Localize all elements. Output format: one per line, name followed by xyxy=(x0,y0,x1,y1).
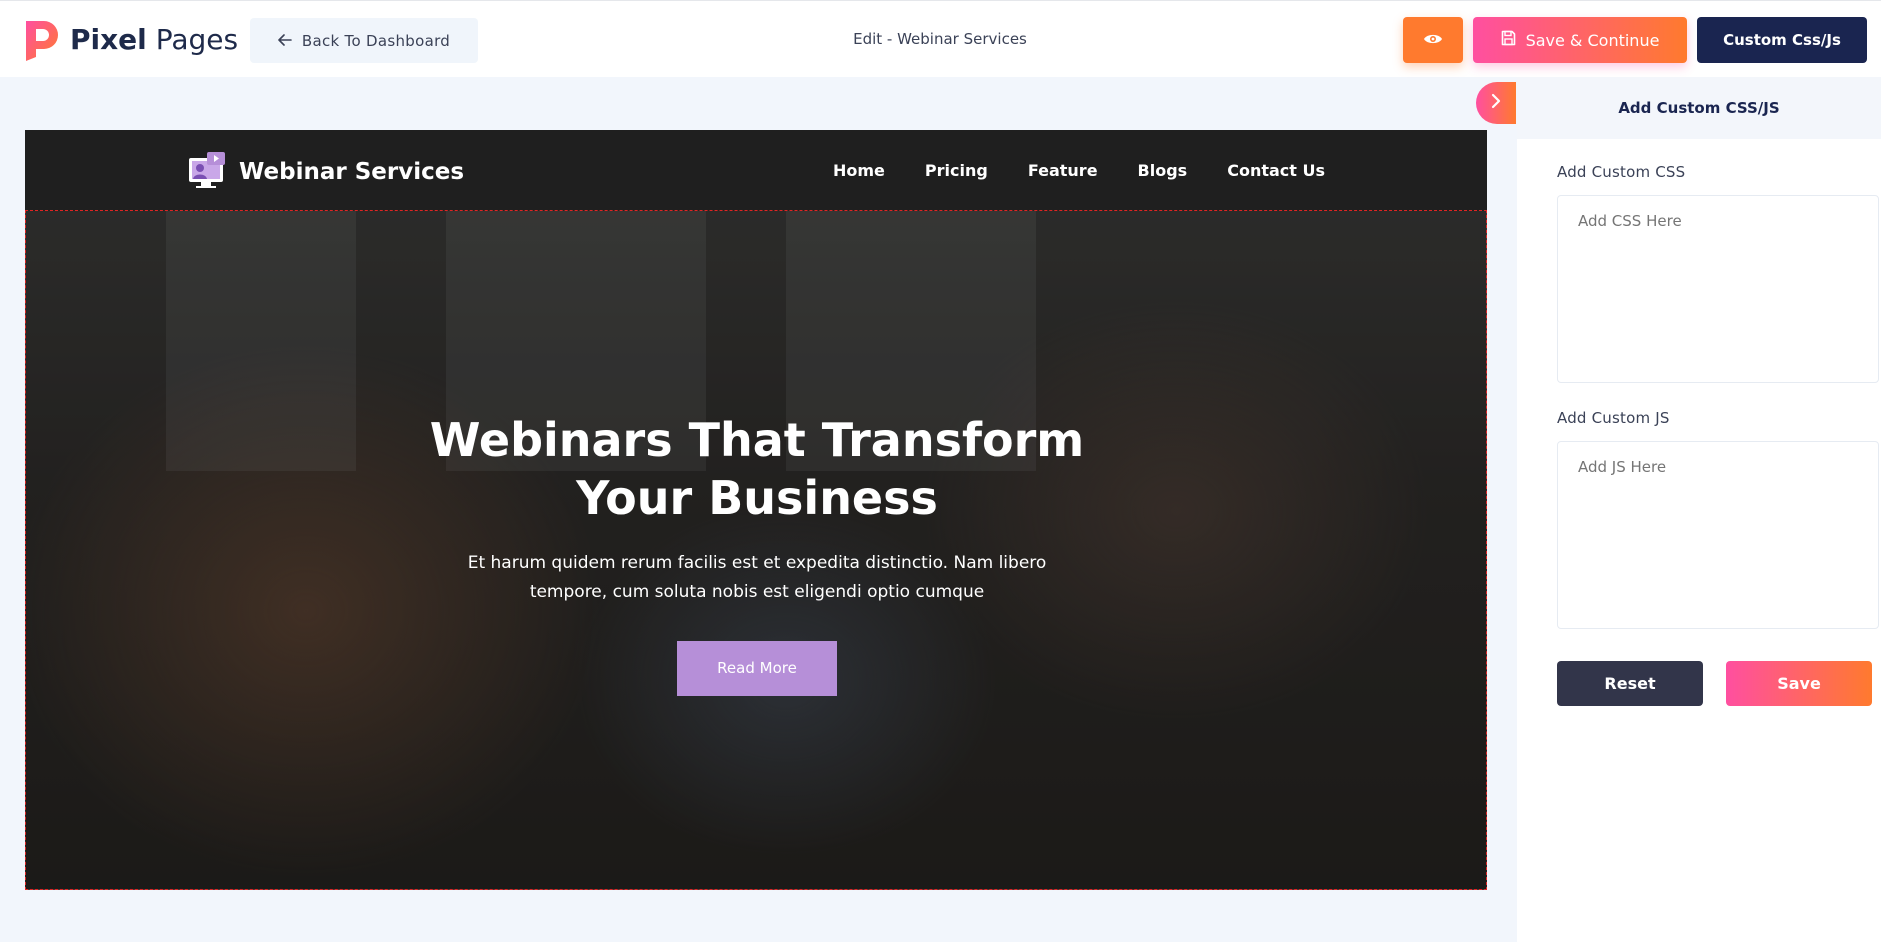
app-logo[interactable]: Pixel Pages xyxy=(22,17,238,61)
app-brand: Pixel Pages xyxy=(70,23,238,56)
save-button[interactable]: Save xyxy=(1726,661,1872,706)
site-menu-pricing[interactable]: Pricing xyxy=(925,161,988,180)
app-brand-bold: Pixel xyxy=(70,22,147,56)
pixel-pages-logo-icon xyxy=(22,17,60,61)
preview-button[interactable] xyxy=(1403,17,1463,63)
floppy-disk-icon xyxy=(1501,30,1516,50)
site-menu-feature[interactable]: Feature xyxy=(1028,161,1098,180)
site-navbar[interactable]: Webinar Services Home Pricing Feature Bl… xyxy=(25,130,1487,210)
back-to-dashboard-button[interactable]: Back To Dashboard xyxy=(250,18,478,63)
page-edit-title: Edit - Webinar Services xyxy=(853,30,1027,48)
custom-js-label: Add Custom JS xyxy=(1557,409,1670,427)
read-more-button[interactable]: Read More xyxy=(677,641,837,696)
page-preview-canvas: Webinar Services Home Pricing Feature Bl… xyxy=(25,130,1487,890)
hero-section[interactable]: Webinars That Transform Your Business Et… xyxy=(25,210,1487,890)
site-menu-home[interactable]: Home xyxy=(833,161,885,180)
hero-subtitle[interactable]: Et harum quidem rerum facilis est et exp… xyxy=(437,549,1077,607)
custom-css-js-button[interactable]: Custom Css/Js xyxy=(1697,17,1867,63)
back-to-dashboard-label: Back To Dashboard xyxy=(301,31,451,50)
app-brand-light: Pages xyxy=(155,22,239,56)
webinar-monitor-icon xyxy=(187,150,229,194)
reset-button[interactable]: Reset xyxy=(1557,661,1703,706)
custom-js-textarea[interactable] xyxy=(1557,441,1879,629)
arrow-left-icon xyxy=(278,32,292,50)
panel-toggle-button[interactable] xyxy=(1476,82,1516,124)
custom-css-textarea[interactable] xyxy=(1557,195,1879,383)
custom-css-label: Add Custom CSS xyxy=(1557,163,1686,181)
top-bar: Pixel Pages Back To Dashboard Edit - Web… xyxy=(0,0,1881,77)
site-menu: Home Pricing Feature Blogs Contact Us xyxy=(833,130,1325,210)
hero-content: Webinars That Transform Your Business Et… xyxy=(26,411,1486,696)
hero-title[interactable]: Webinars That Transform Your Business xyxy=(407,411,1107,527)
site-brand-name: Webinar Services xyxy=(239,159,465,185)
eye-icon xyxy=(1423,31,1443,50)
site-menu-blogs[interactable]: Blogs xyxy=(1138,161,1188,180)
save-and-continue-button[interactable]: Save & Continue xyxy=(1473,17,1687,63)
chevron-right-icon xyxy=(1491,93,1501,113)
site-menu-contact[interactable]: Contact Us xyxy=(1227,161,1325,180)
panel-title: Add Custom CSS/JS xyxy=(1517,77,1881,139)
save-and-continue-label: Save & Continue xyxy=(1525,30,1660,50)
site-brand[interactable]: Webinar Services xyxy=(187,150,464,194)
custom-css-js-panel: Add Custom CSS/JS Add Custom CSS Add Cus… xyxy=(1517,77,1881,942)
